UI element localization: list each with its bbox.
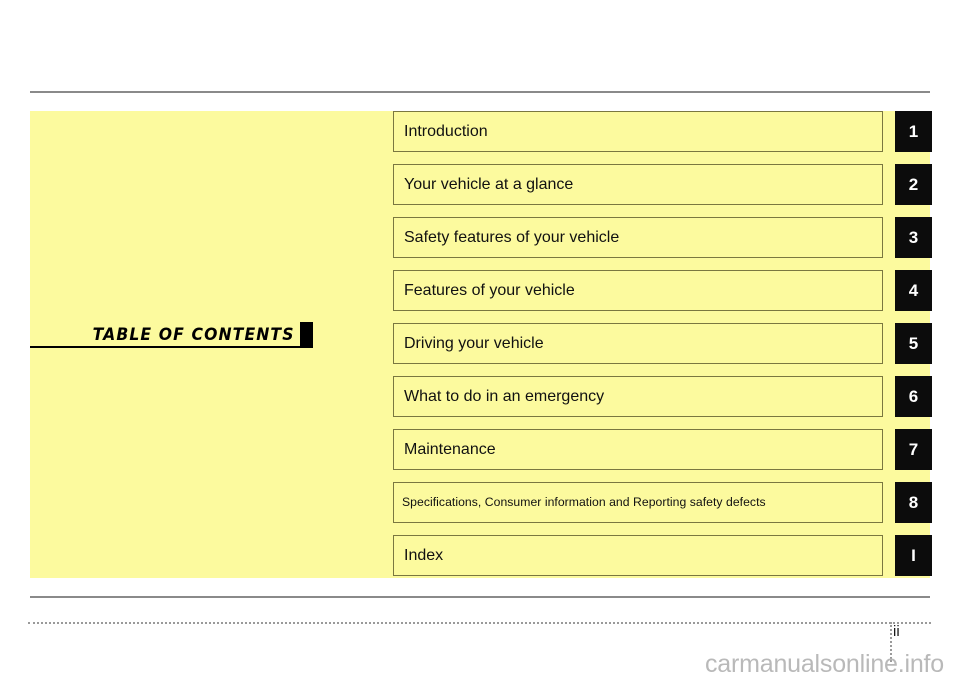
- chapter-tab-marker[interactable]: 4: [895, 270, 932, 311]
- site-watermark: carmanualsonline.info: [704, 650, 944, 678]
- page-title: TABLE OF CONTENTS: [30, 318, 315, 348]
- chapter-tab-label: I: [911, 546, 916, 565]
- chapter-tab-marker[interactable]: 1: [895, 111, 932, 152]
- chapter-title-label: What to do in an emergency: [404, 387, 605, 405]
- chapter-tab-label: 1: [908, 122, 919, 141]
- chapter-title-label: Safety features of your vehicle: [404, 228, 620, 246]
- top-divider-rule: [30, 91, 930, 93]
- footer-dotted-rule: [28, 622, 931, 624]
- chapter-tab-marker[interactable]: 7: [895, 429, 932, 470]
- table-of-contents-row[interactable]: What to do in an emergency 6: [393, 376, 932, 417]
- chapter-title-box[interactable]: Introduction: [393, 111, 883, 152]
- chapter-tab-label: 8: [908, 493, 919, 512]
- chapter-tab-label: 4: [908, 281, 919, 300]
- chapter-tab-marker[interactable]: I: [895, 535, 932, 576]
- table-of-contents-row[interactable]: Index I: [393, 535, 932, 576]
- chapter-title-box[interactable]: Your vehicle at a glance: [393, 164, 883, 205]
- chapter-tab-marker[interactable]: 3: [895, 217, 932, 258]
- title-square-marker-icon: [300, 322, 313, 346]
- chapter-title-label: Features of your vehicle: [404, 281, 575, 299]
- chapter-title-box[interactable]: Index: [393, 535, 883, 576]
- chapter-title-box[interactable]: Maintenance: [393, 429, 883, 470]
- chapter-tab-label: 6: [908, 387, 919, 406]
- chapter-tab-label: 7: [908, 440, 919, 459]
- table-of-contents-row[interactable]: Driving your vehicle 5: [393, 323, 932, 364]
- chapter-tab-marker[interactable]: 5: [895, 323, 932, 364]
- chapter-title-box[interactable]: Driving your vehicle: [393, 323, 883, 364]
- table-of-contents-row[interactable]: Your vehicle at a glance 2: [393, 164, 932, 205]
- chapter-title-label: Your vehicle at a glance: [404, 175, 574, 193]
- footer-divider-rule: [30, 596, 930, 598]
- chapter-title-box[interactable]: Safety features of your vehicle: [393, 217, 883, 258]
- table-of-contents-list: Introduction 1 Your vehicle at a glance 2 Sa…: [393, 111, 932, 576]
- table-of-contents-row[interactable]: Safety features of your vehicle 3: [393, 217, 932, 258]
- title-underline: [30, 346, 313, 348]
- chapter-tab-marker[interactable]: 6: [895, 376, 932, 417]
- chapter-tab-marker[interactable]: 2: [895, 164, 932, 205]
- table-of-contents-row[interactable]: Features of your vehicle 4: [393, 270, 932, 311]
- chapter-title-box[interactable]: Specifications, Consumer information and…: [393, 482, 883, 523]
- chapter-title-label: Maintenance: [404, 440, 496, 458]
- chapter-tab-label: 5: [908, 334, 919, 353]
- chapter-tab-marker[interactable]: 8: [895, 482, 932, 523]
- chapter-title-box[interactable]: Features of your vehicle: [393, 270, 883, 311]
- chapter-title-label: Index: [404, 546, 444, 564]
- chapter-title-label: Introduction: [404, 122, 488, 140]
- table-of-contents-row[interactable]: Introduction 1: [393, 111, 932, 152]
- chapter-title-label: Driving your vehicle: [404, 334, 544, 352]
- page-number: ii: [893, 623, 900, 640]
- chapter-tab-label: 3: [908, 228, 919, 247]
- page-title-text: TABLE OF CONTENTS: [92, 325, 295, 345]
- chapter-tab-label: 2: [908, 175, 919, 194]
- chapter-title-box[interactable]: What to do in an emergency: [393, 376, 883, 417]
- table-of-contents-row[interactable]: Maintenance 7: [393, 429, 932, 470]
- table-of-contents-row[interactable]: Specifications, Consumer information and…: [393, 482, 932, 523]
- chapter-title-label: Specifications, Consumer information and…: [402, 495, 766, 510]
